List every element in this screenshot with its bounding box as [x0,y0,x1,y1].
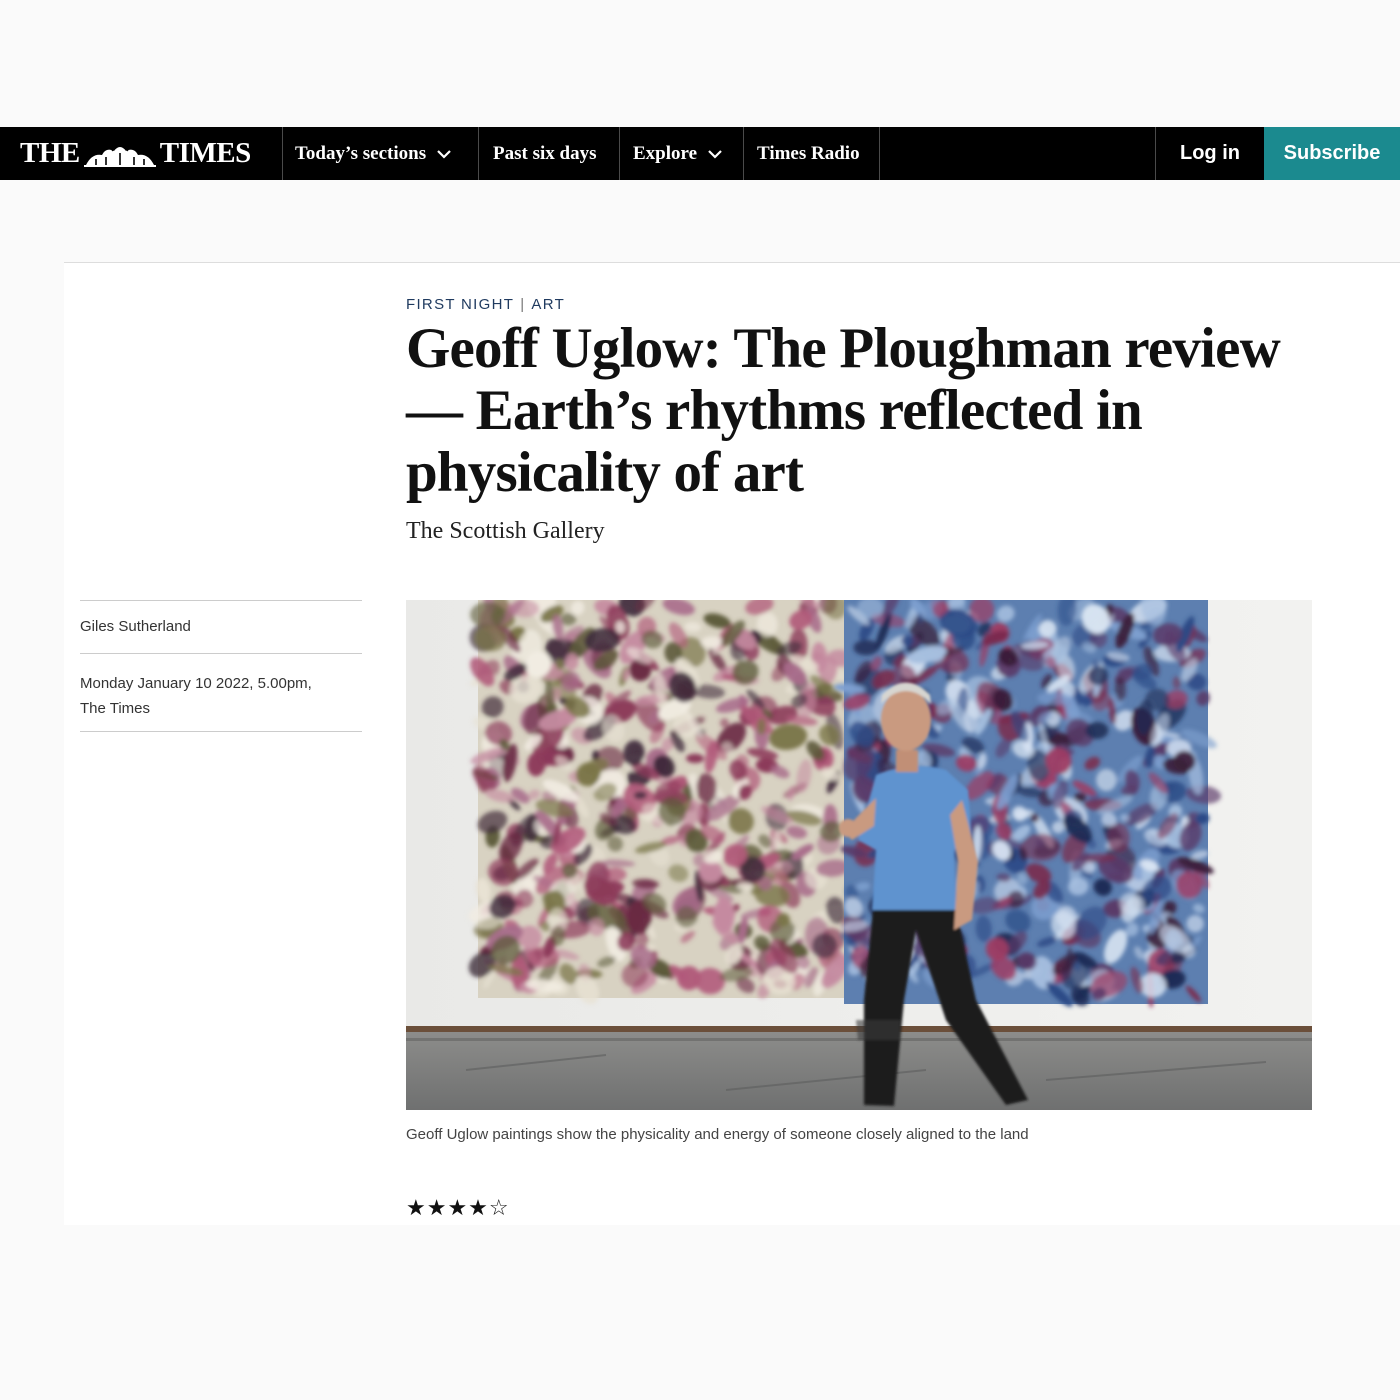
nav-todays-sections[interactable]: Today’s sections [295,127,452,180]
nav-divider [619,127,620,180]
nav-divider [879,127,880,180]
section-link[interactable]: FIRST NIGHT [406,296,514,313]
logo-text-times: TIMES [159,137,251,169]
author-byline[interactable]: Giles Sutherland [80,618,191,635]
article-kicker: FIRST NIGHT | ART [406,296,565,313]
hero-photo-artist-with-paintings [406,600,1312,1110]
login-button[interactable]: Log in [1155,127,1264,180]
hero-image[interactable] [406,600,1312,1110]
divider [80,653,362,654]
nav-times-radio[interactable]: Times Radio [757,127,860,180]
nav-divider [743,127,744,180]
chevron-down-icon [708,149,722,159]
nav-explore[interactable]: Explore [633,127,723,180]
publish-date: Monday January 10 2022, 5.00pm, [80,675,312,692]
divider [80,731,362,732]
nav-item-label: Past six days [493,142,597,164]
image-caption: Geoff Uglow paintings show the physicali… [406,1126,1029,1143]
chevron-down-icon [437,149,451,159]
kicker-separator: | [520,296,526,313]
nav-item-label: Times Radio [757,142,860,164]
divider [80,600,362,601]
nav-divider [282,127,283,180]
star-rating: ★★★★☆ [406,1196,510,1221]
subscribe-button[interactable]: Subscribe [1264,127,1400,180]
article-standfirst: The Scottish Gallery [406,518,605,544]
subsection-link[interactable]: ART [531,296,565,313]
times-logo[interactable]: THE TIMES [20,127,251,180]
article-dateline: Monday January 10 2022, 5.00pm, The Time… [80,671,350,721]
nav-item-label: Explore [633,142,698,164]
nav-divider [478,127,479,180]
nav-item-label: Today’s sections [295,142,427,164]
royal-crest-icon [83,144,156,167]
article-headline: Geoff Uglow: The Ploughman review — Eart… [406,317,1281,504]
nav-past-six-days[interactable]: Past six days [493,127,596,180]
top-navigation-bar: THE TIMES Today’s sections Past six days… [0,127,1400,180]
logo-text-the: THE [20,137,80,169]
publication-name: The Times [80,700,151,717]
